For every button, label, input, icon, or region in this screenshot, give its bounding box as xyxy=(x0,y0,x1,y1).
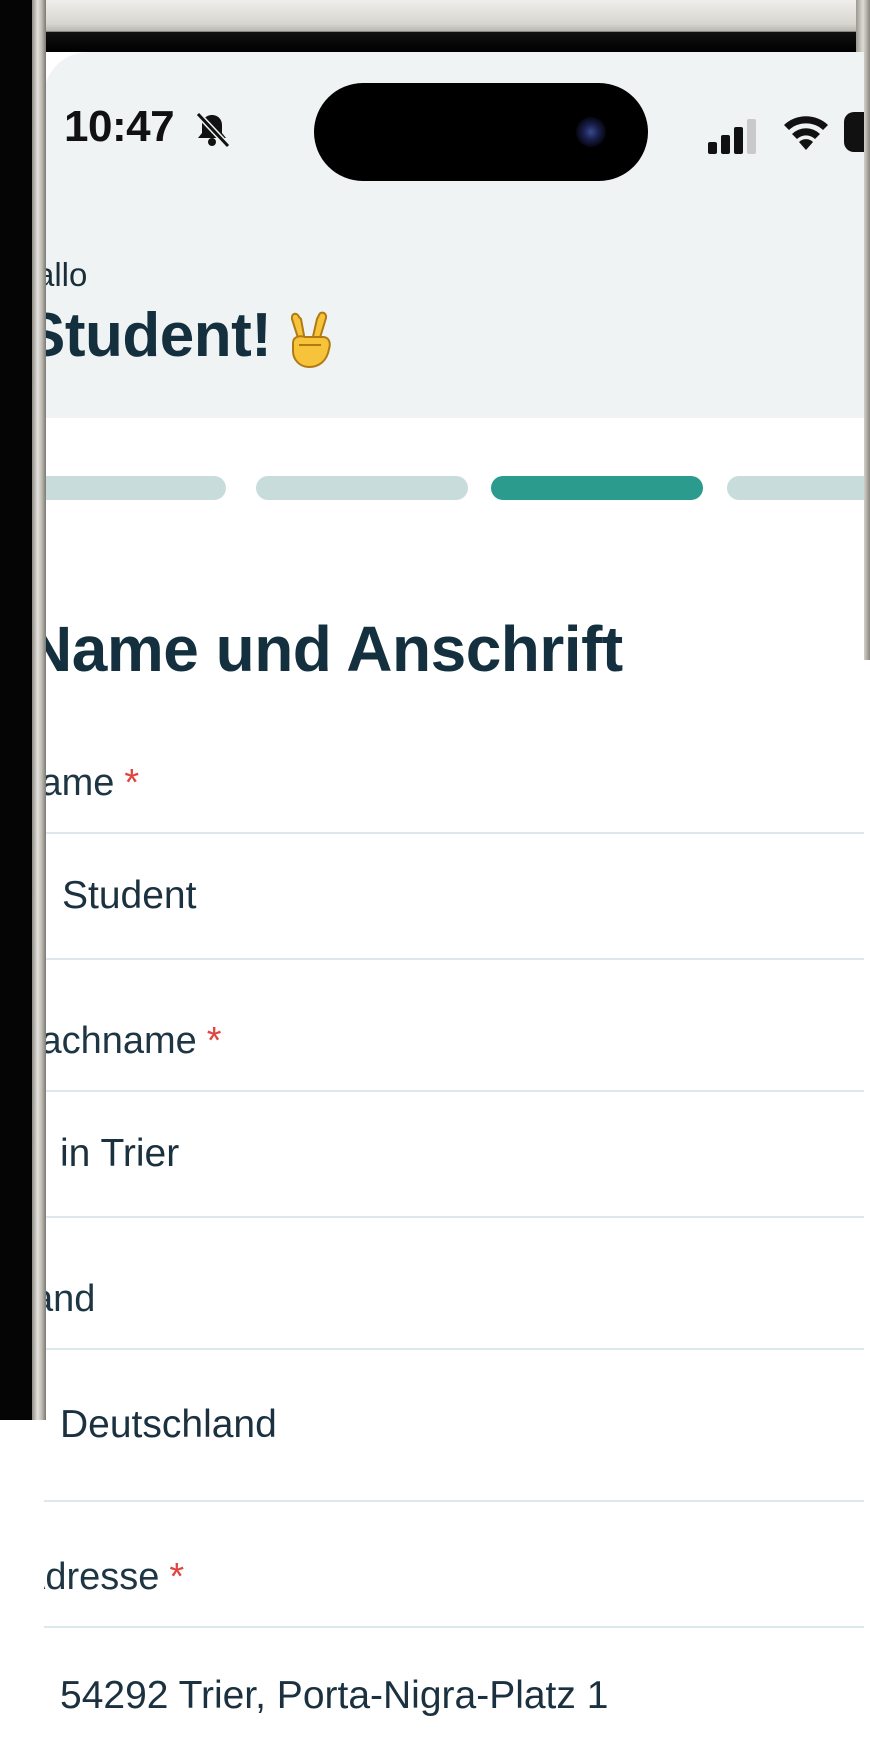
user-name: Student! xyxy=(44,301,272,370)
wifi-icon xyxy=(784,116,828,150)
status-time: 10:47 xyxy=(64,102,175,151)
required-mark: * xyxy=(169,1556,185,1598)
bell-muted-icon xyxy=(195,111,231,149)
last-name-label-text: lachname xyxy=(44,1020,197,1062)
country-select[interactable]: Deutschland xyxy=(44,1348,864,1502)
address-label-text: Adresse xyxy=(44,1556,160,1598)
dynamic-island xyxy=(314,83,648,181)
last-name-label: lachname * xyxy=(44,1020,222,1063)
step-progress xyxy=(44,476,864,500)
address-input[interactable]: 54292 Trier, Porta-Nigra-Platz 1 xyxy=(44,1626,864,1740)
last-name-value: in Trier xyxy=(60,1132,180,1175)
progress-step-3-active xyxy=(491,476,703,500)
required-mark: * xyxy=(124,762,140,804)
progress-step-2 xyxy=(256,476,468,500)
greeting-text: allo xyxy=(44,256,88,293)
form-title: Name und Anschrift xyxy=(44,613,623,685)
app-screen: 10:47 allo Student! Name und Anschrift a… xyxy=(44,52,864,1740)
progress-step-1 xyxy=(44,476,226,500)
phone-frame-top xyxy=(0,0,870,52)
country-label-text: and xyxy=(44,1278,96,1320)
battery-icon xyxy=(844,112,864,152)
first-name-label: lame* xyxy=(44,762,139,805)
required-mark: * xyxy=(206,1020,222,1062)
country-value: Deutschland xyxy=(60,1403,277,1446)
country-label: and xyxy=(44,1278,95,1321)
victory-hand-icon xyxy=(291,311,332,368)
user-name-heading: Student! xyxy=(44,300,335,371)
last-name-input[interactable]: in Trier xyxy=(44,1090,864,1218)
camera-icon xyxy=(576,117,606,147)
phone-frame-left xyxy=(0,0,46,1420)
progress-step-4 xyxy=(727,476,864,500)
first-name-label-text: lame xyxy=(44,762,115,804)
app-header: 10:47 allo Student! xyxy=(44,52,864,418)
cellular-signal-icon xyxy=(708,119,756,154)
first-name-input[interactable]: Student xyxy=(44,832,864,960)
address-label: Adresse* xyxy=(44,1556,184,1599)
first-name-value: Student xyxy=(62,874,197,917)
address-value: 54292 Trier, Porta-Nigra-Platz 1 xyxy=(60,1674,609,1717)
